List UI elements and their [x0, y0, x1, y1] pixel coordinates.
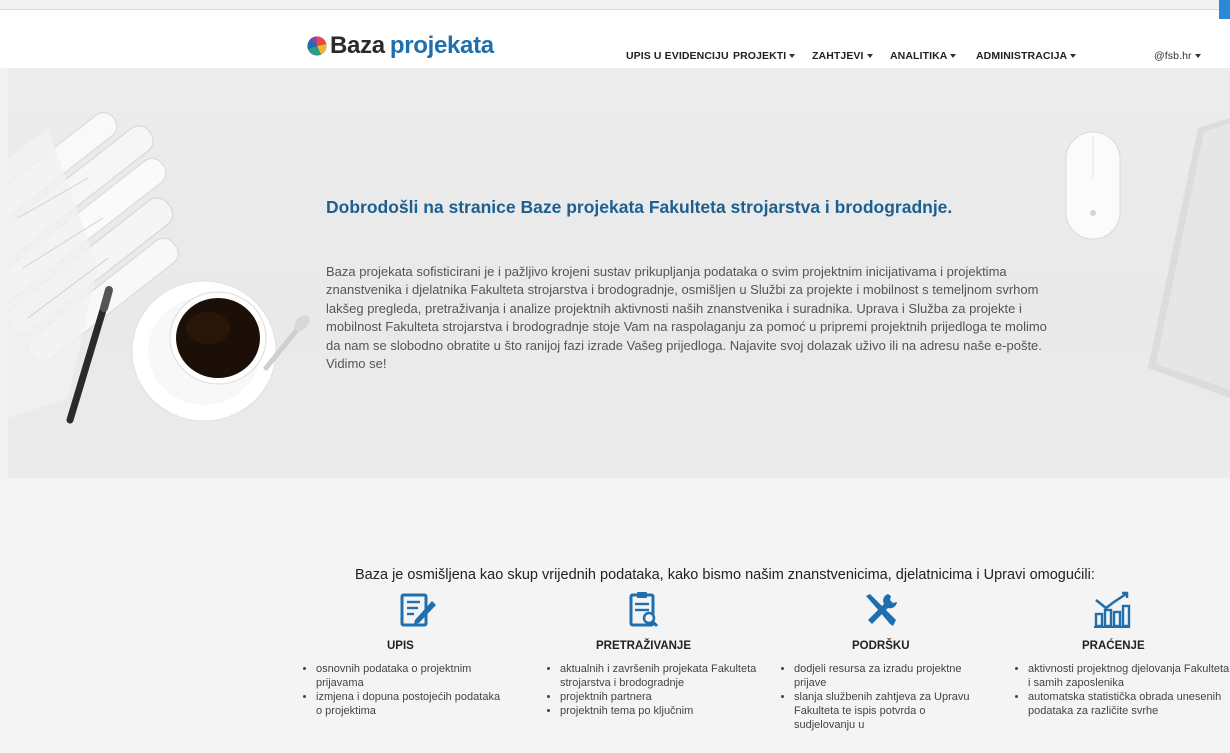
nav-upis-u-evidenciju[interactable]: UPIS U EVIDENCIJU — [626, 50, 729, 62]
nav-administracija[interactable]: ADMINISTRACIJA — [976, 50, 1077, 62]
user-email: @fsb.hr — [1154, 50, 1192, 62]
nav-label: PROJEKTI — [733, 50, 787, 62]
nav-label: ADMINISTRACIJA — [976, 50, 1068, 62]
feature-title: PRETRAŽIVANJE — [596, 640, 691, 652]
nav-label: ZAHTJEVI — [812, 50, 864, 62]
list-item: projektnih partnera — [560, 690, 760, 704]
feature-title: PRAĆENJE — [1082, 640, 1145, 652]
list-item: izmjena i dopuna postojećih podataka o p… — [316, 690, 501, 718]
list-item: slanja službenih zahtjeva za Upravu Faku… — [794, 690, 984, 732]
list-item: projektnih tema po ključnim — [560, 704, 760, 718]
list-item: aktivnosti projektnog djelovanja Fakulte… — [1028, 662, 1230, 690]
user-menu[interactable]: @fsb.hr — [1154, 50, 1201, 62]
hero-title: Dobrodošli na stranice Baze projekata Fa… — [326, 197, 953, 217]
brand-logo[interactable]: Baza projekata — [307, 31, 494, 61]
list-item: dodjeli resursa za izradu projektne prij… — [794, 662, 984, 690]
edit-document-icon — [400, 593, 436, 627]
feature-bullets: aktivnosti projektnog djelovanja Fakulte… — [1012, 662, 1230, 718]
feature-bullets: aktualnih i završenih projekata Fakultet… — [544, 662, 760, 718]
nav-zahtjevi[interactable]: ZAHTJEVI — [812, 50, 873, 62]
computer-mouse — [1065, 131, 1121, 240]
caret-down-icon — [1070, 54, 1077, 59]
list-item: osnovnih podataka o projektnim prijavama — [316, 662, 501, 690]
feature-bullets: dodjeli resursa za izradu projektne prij… — [778, 662, 984, 732]
feature-bullets: osnovnih podataka o projektnim prijavama… — [300, 662, 501, 718]
caret-down-icon — [866, 54, 873, 59]
list-item: automatska statistička obrada unesenih p… — [1028, 690, 1230, 718]
features-section: Baza je osmišljena kao skup vrijednih po… — [0, 478, 1230, 753]
search-document-icon — [629, 592, 659, 628]
coffee-cup — [131, 280, 310, 422]
nav-analitika[interactable]: ANALITIKA — [890, 50, 957, 62]
feature-title: UPIS — [387, 640, 414, 652]
hero-banner: Dobrodošli na stranice Baze projekata Fa… — [8, 68, 1230, 478]
analytics-chart-icon — [1094, 591, 1131, 628]
nav-projekti[interactable]: PROJEKTI — [733, 50, 796, 62]
caret-down-icon — [1194, 54, 1201, 59]
tools-icon — [866, 594, 897, 626]
hero-description: Baza projekata sofisticirani je i pažlji… — [326, 264, 1047, 372]
feature-title: PODRŠKU — [852, 640, 910, 652]
features-heading: Baza je osmišljena kao skup vrijednih po… — [355, 567, 1095, 583]
caret-down-icon — [789, 54, 796, 59]
nav-label: UPIS U EVIDENCIJU — [626, 50, 729, 62]
corner-badge — [1219, 0, 1230, 19]
brand-name-part1: Baza — [330, 32, 385, 59]
logo-icon — [307, 36, 327, 56]
brand-name-part2: projekata — [389, 32, 494, 59]
list-item: aktualnih i završenih projekata Fakultet… — [560, 662, 760, 690]
laptop-corner — [1148, 118, 1230, 398]
nav-label: ANALITIKA — [890, 50, 948, 62]
navbar: Baza projekata UPIS U EVIDENCIJU PROJEKT… — [0, 10, 1230, 68]
caret-down-icon — [950, 54, 957, 59]
